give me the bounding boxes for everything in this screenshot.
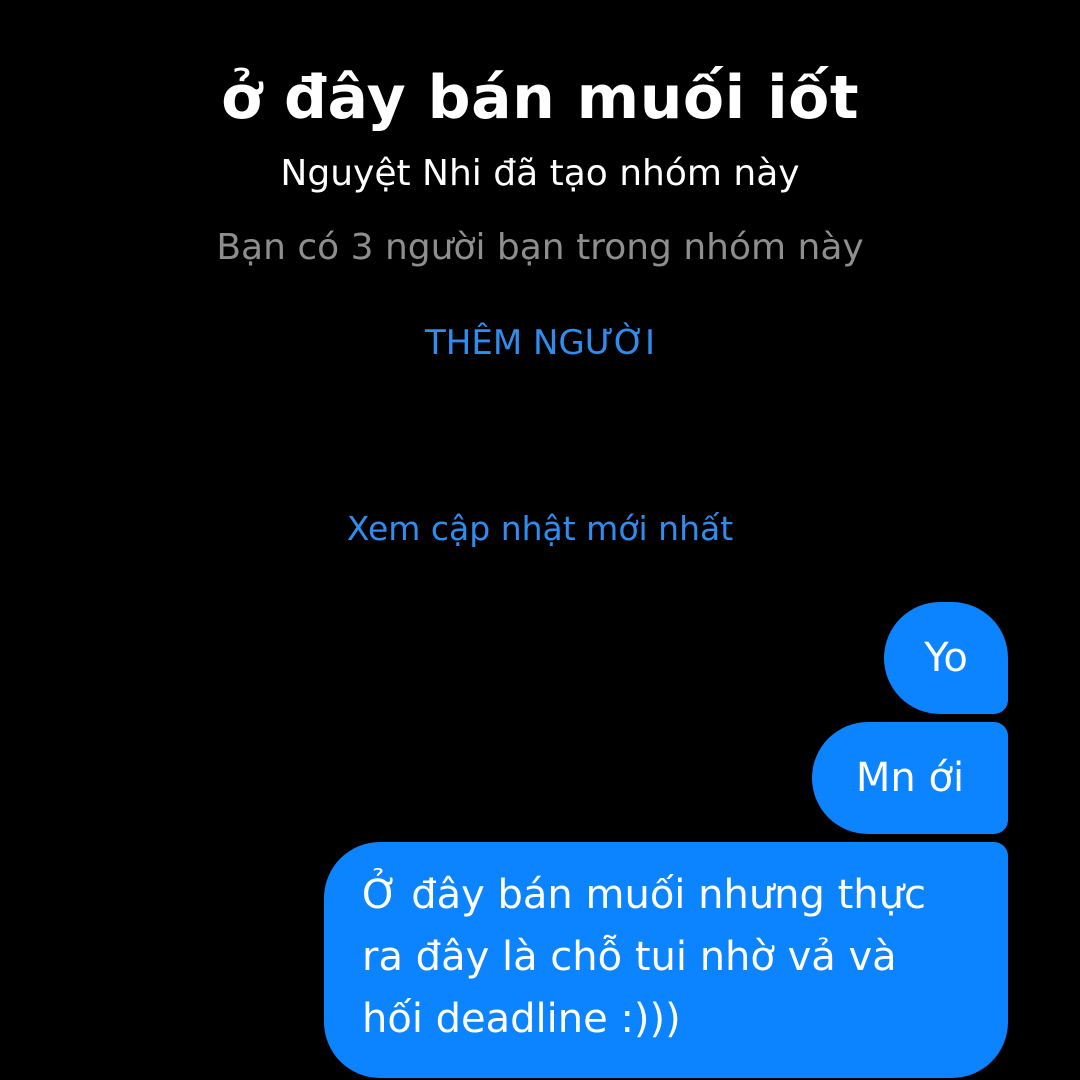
latest-updates-link[interactable]: Xem cập nhật mới nhất	[347, 509, 733, 548]
group-title: ở đây bán muối iốt	[220, 63, 860, 133]
message-bubble-outgoing[interactable]: Yo	[884, 602, 1008, 714]
mutual-friends-text: Bạn có 3 người bạn trong nhóm này	[216, 227, 864, 268]
chat-screen: ở đây bán muối iốt Nguyệt Nhi đã tạo nhó…	[0, 0, 1080, 1080]
group-creator-text: Nguyệt Nhi đã tạo nhóm này	[280, 153, 800, 194]
group-intro: ở đây bán muối iốt Nguyệt Nhi đã tạo nhó…	[0, 58, 1080, 366]
add-people-button[interactable]: THÊM NGƯỜI	[425, 320, 655, 366]
message-bubble-outgoing[interactable]: Ở đây bán muối nhưng thực ra đây là chỗ …	[324, 842, 1008, 1078]
message-bubble-outgoing[interactable]: Mn ới	[812, 722, 1008, 834]
latest-updates-row: Xem cập nhật mới nhất	[0, 506, 1080, 552]
